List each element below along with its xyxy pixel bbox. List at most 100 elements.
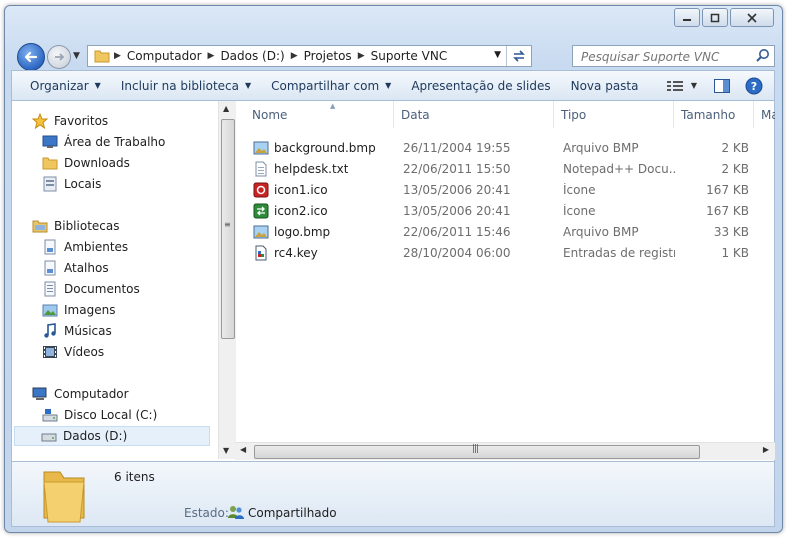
column-type-label: Tipo	[561, 107, 587, 122]
nav-data-drive-label: Dados (D:)	[63, 429, 128, 443]
file-row[interactable]: helpdesk.txt 22/06/2011 15:50 Notepad++ …	[253, 159, 773, 180]
scroll-down-icon[interactable]: ▼	[223, 446, 229, 455]
state-value: Compartilhado	[248, 506, 337, 520]
shared-users-icon	[228, 506, 244, 519]
file-row[interactable]: logo.bmp 22/06/2011 15:46 Arquivo BMP 33…	[253, 222, 773, 243]
nav-environments[interactable]: Ambientes	[42, 237, 128, 257]
breadcrumb-data-drive[interactable]: Dados (D:)	[220, 49, 284, 63]
command-bar: Organizar ▼ Incluir na biblioteca ▼ Compar…	[11, 70, 775, 101]
new-folder-button[interactable]: Nova pasta	[561, 71, 649, 100]
file-row[interactable]: rc4.key 28/10/2004 06:00 Entradas de reg…	[253, 243, 773, 264]
nav-documents[interactable]: Documentos	[42, 279, 140, 299]
minimize-icon	[683, 18, 691, 21]
nav-music[interactable]: Músicas	[42, 321, 112, 341]
file-horizontal-scrollbar[interactable]: ◀ ||| ▶	[235, 442, 775, 460]
breadcrumb-suporte-vnc[interactable]: Suporte VNC	[371, 49, 448, 63]
nav-desktop[interactable]: Área de Trabalho	[42, 132, 165, 152]
nav-documents-label: Documentos	[64, 282, 140, 296]
computer-icon	[32, 387, 47, 400]
nav-places[interactable]: Locais	[42, 174, 101, 194]
nav-data-drive[interactable]: Dados (D:)	[14, 426, 210, 446]
nav-favorites-label: Favoritos	[54, 114, 109, 128]
maximize-button[interactable]	[702, 8, 728, 27]
nav-libraries-label: Bibliotecas	[54, 219, 120, 233]
nav-libraries[interactable]: Bibliotecas	[32, 216, 119, 236]
share-with-label: Compartilhar com	[271, 78, 380, 93]
registry-icon	[255, 245, 267, 261]
forward-button[interactable]	[47, 45, 71, 69]
nav-vertical-scrollbar[interactable]: ▲ ≡ ▼	[218, 101, 236, 459]
bmp-icon	[253, 225, 269, 239]
change-view-button[interactable]: ▼	[662, 76, 702, 96]
minimize-button[interactable]	[674, 8, 700, 27]
search-input[interactable]	[579, 47, 753, 67]
scrollbar-thumb[interactable]	[221, 119, 235, 339]
file-row[interactable]: background.bmp 26/11/2004 19:55 Arquivo …	[253, 138, 773, 159]
include-library-button[interactable]: Incluir na biblioteca ▼	[111, 71, 261, 100]
nav-images[interactable]: Imagens	[42, 300, 115, 320]
file-row[interactable]: icon1.ico 13/05/2006 20:41 Ícone 167 KB	[253, 180, 773, 201]
slideshow-button[interactable]: Apresentação de slides	[401, 71, 560, 100]
red-ico-icon	[253, 182, 269, 198]
file-size: 2 KB	[721, 141, 749, 155]
breadcrumb-separator-icon[interactable]: ▶	[291, 51, 298, 61]
help-button[interactable]: ?	[742, 76, 766, 96]
close-button[interactable]	[730, 8, 774, 27]
column-name-label: Nome	[252, 107, 288, 122]
back-button[interactable]	[17, 43, 45, 71]
share-with-button[interactable]: Compartilhar com ▼	[261, 71, 401, 100]
breadcrumb-separator-icon[interactable]: ▶	[358, 51, 365, 61]
hard-drive-icon	[41, 433, 57, 442]
chevron-down-icon[interactable]: ▼	[691, 81, 697, 90]
preview-pane-icon	[714, 78, 730, 93]
file-name: icon2.ico	[274, 204, 328, 218]
documents-icon	[44, 281, 56, 297]
nav-favorites[interactable]: Favoritos	[32, 111, 108, 131]
item-count: 6 itens	[114, 470, 155, 484]
bmp-icon	[253, 141, 269, 155]
nav-local-disk[interactable]: Disco Local (C:)	[42, 405, 157, 425]
column-type[interactable]: Tipo	[554, 101, 674, 128]
nav-downloads-label: Downloads	[64, 156, 130, 170]
arrow-right-icon	[55, 53, 65, 61]
view-controls: ▼ ?	[654, 76, 774, 96]
recent-pages-button[interactable]: ▼	[73, 51, 80, 61]
column-size[interactable]: Tamanho	[674, 101, 754, 128]
content-area: Favoritos Área de Trabalho Downloads Loc…	[11, 101, 775, 461]
breadcrumb-projects[interactable]: Projetos	[304, 49, 352, 63]
column-more[interactable]: Ma	[754, 101, 775, 128]
nav-shortcuts[interactable]: Atalhos	[42, 258, 109, 278]
file-type: Ícone	[563, 204, 596, 218]
nav-downloads[interactable]: Downloads	[42, 153, 130, 173]
file-name: background.bmp	[274, 141, 376, 155]
chevron-down-icon: ▼	[244, 81, 252, 90]
scroll-right-icon[interactable]: ▶	[763, 445, 769, 454]
libraries-icon	[32, 220, 48, 233]
organize-button[interactable]: Organizar ▼	[12, 71, 111, 100]
file-type: Arquivo BMP	[563, 141, 639, 155]
nav-videos[interactable]: Vídeos	[42, 342, 104, 362]
file-size: 1 KB	[721, 246, 749, 260]
file-date: 13/05/2006 20:41	[403, 183, 511, 197]
breadcrumb-computer[interactable]: Computador	[127, 49, 202, 63]
scroll-left-icon[interactable]: ◀	[240, 445, 246, 454]
nav-computer[interactable]: Computador	[32, 384, 129, 404]
scroll-up-icon[interactable]: ▲	[223, 104, 229, 113]
search-icon[interactable]	[756, 48, 770, 66]
include-library-label: Incluir na biblioteca	[120, 78, 239, 93]
address-dropdown-icon[interactable]: ▼	[494, 50, 501, 60]
column-name[interactable]: ▲ Nome	[245, 101, 394, 128]
nav-local-disk-label: Disco Local (C:)	[64, 408, 158, 422]
file-size: 167 KB	[706, 183, 749, 197]
file-row[interactable]: icon2.ico 13/05/2006 20:41 Ícone 167 KB	[253, 201, 773, 222]
address-bar[interactable]: ▶ Computador ▶ Dados (D:) ▶ Projetos ▶ S…	[87, 45, 532, 67]
breadcrumb-separator-icon[interactable]: ▶	[114, 51, 121, 61]
grip-icon: ≡	[224, 220, 231, 229]
nav-music-label: Músicas	[64, 324, 112, 338]
file-name: rc4.key	[274, 246, 318, 260]
slideshow-label: Apresentação de slides	[411, 78, 551, 93]
preview-pane-button[interactable]	[710, 76, 734, 96]
column-date[interactable]: Data	[394, 101, 554, 128]
breadcrumb-separator-icon[interactable]: ▶	[208, 51, 215, 61]
refresh-button[interactable]	[506, 46, 531, 66]
